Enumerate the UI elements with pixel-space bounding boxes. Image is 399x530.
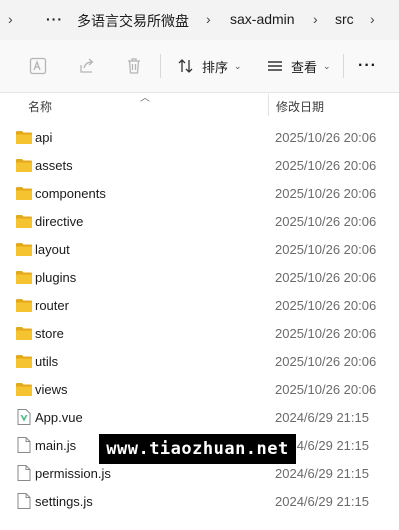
folder-icon	[15, 185, 33, 201]
list-item[interactable]: plugins 2025/10/26 20:06	[0, 263, 399, 291]
delete-icon[interactable]	[122, 54, 146, 78]
list-item[interactable]: views 2025/10/26 20:06	[0, 375, 399, 403]
view-label: 查看	[291, 59, 318, 75]
file-date: 2025/10/26 20:06	[275, 158, 377, 173]
view-icon	[266, 57, 284, 75]
sort-icon	[177, 57, 195, 75]
list-item[interactable]: directive 2025/10/26 20:06	[0, 207, 399, 235]
list-item[interactable]: layout 2025/10/26 20:06	[0, 235, 399, 263]
list-item[interactable]: api 2025/10/26 20:06	[0, 123, 399, 151]
list-item[interactable]: assets 2025/10/26 20:06	[0, 151, 399, 179]
file-name: main.js	[35, 438, 77, 453]
folder-icon	[15, 353, 33, 369]
file-name: assets	[35, 158, 73, 173]
file-date: 2025/10/26 20:06	[275, 242, 377, 257]
list-item[interactable]: settings.js 2024/6/29 21:15	[0, 487, 399, 515]
column-divider[interactable]	[268, 94, 269, 116]
chevron-right-icon[interactable]: ›	[8, 11, 13, 27]
list-item[interactable]: store 2025/10/26 20:06	[0, 319, 399, 347]
chevron-down-icon: ⌄	[323, 60, 331, 71]
file-date: 2025/10/26 20:06	[275, 130, 377, 145]
more-options-button[interactable]: ···	[358, 54, 377, 78]
list-item[interactable]: components 2025/10/26 20:06	[0, 179, 399, 207]
file-icon	[15, 493, 33, 509]
chevron-right-icon[interactable]: ›	[313, 11, 318, 27]
file-date: 2025/10/26 20:06	[275, 270, 377, 285]
file-name: utils	[35, 354, 59, 369]
column-date-modified[interactable]: 修改日期	[276, 98, 324, 115]
file-date: 2024/6/29 21:15	[275, 410, 369, 425]
folder-icon	[15, 213, 33, 229]
file-name: components	[35, 186, 106, 201]
file-name: plugins	[35, 270, 77, 285]
file-name: directive	[35, 214, 84, 229]
chevron-right-icon[interactable]: ›	[206, 11, 211, 27]
file-name: permission.js	[35, 466, 111, 481]
file-name: store	[35, 326, 64, 341]
file-name: views	[35, 382, 68, 397]
file-icon	[15, 465, 33, 481]
file-date: 2025/10/26 20:06	[275, 186, 377, 201]
breadcrumb-more[interactable]: ···	[46, 11, 63, 27]
toolbar-divider	[160, 54, 161, 78]
list-item[interactable]: router 2025/10/26 20:06	[0, 291, 399, 319]
file-name: App.vue	[35, 410, 83, 425]
command-bar: 排序 ⌄ 查看 ⌄ ···	[0, 40, 399, 93]
file-icon	[15, 437, 33, 453]
column-header: ︿ 名称 修改日期	[0, 92, 399, 118]
folder-icon	[15, 297, 33, 313]
watermark: www.tiaozhuan.net	[99, 434, 296, 464]
folder-icon	[15, 129, 33, 145]
list-item[interactable]: App.vue 2024/6/29 21:15	[0, 403, 399, 431]
file-date: 2025/10/26 20:06	[275, 214, 377, 229]
file-date: 2025/10/26 20:06	[275, 382, 377, 397]
folder-icon	[15, 325, 33, 341]
sort-label: 排序	[202, 59, 229, 75]
sort-button[interactable]: 排序 ⌄	[177, 54, 242, 78]
toolbar-divider	[343, 54, 344, 78]
vue-file-icon	[15, 409, 33, 425]
file-name: settings.js	[35, 494, 93, 509]
file-name: router	[35, 298, 69, 313]
share-icon[interactable]	[75, 54, 99, 78]
folder-icon	[15, 241, 33, 257]
file-date: 2025/10/26 20:06	[275, 298, 377, 313]
sort-ascending-icon: ︿	[140, 93, 150, 104]
breadcrumb-item-sax-admin[interactable]: sax-admin	[230, 11, 295, 27]
address-bar: › ··· 多语言交易所微盘 › sax-admin › src ›	[0, 0, 399, 40]
chevron-right-icon[interactable]: ›	[370, 11, 375, 27]
folder-icon	[15, 157, 33, 173]
breadcrumb-item-project[interactable]: 多语言交易所微盘	[77, 11, 189, 31]
file-name: layout	[35, 242, 70, 257]
list-item[interactable]: utils 2025/10/26 20:06	[0, 347, 399, 375]
chevron-down-icon: ⌄	[234, 60, 242, 71]
column-name[interactable]: 名称	[28, 98, 52, 115]
folder-icon	[15, 269, 33, 285]
file-date: 2025/10/26 20:06	[275, 326, 377, 341]
file-date: 2025/10/26 20:06	[275, 354, 377, 369]
view-button[interactable]: 查看 ⌄	[266, 54, 331, 78]
file-date: 2024/6/29 21:15	[275, 466, 369, 481]
folder-icon	[15, 381, 33, 397]
breadcrumb-item-src[interactable]: src	[335, 11, 354, 27]
file-date: 2024/6/29 21:15	[275, 494, 369, 509]
file-name: api	[35, 130, 53, 145]
rename-icon[interactable]	[26, 54, 50, 78]
